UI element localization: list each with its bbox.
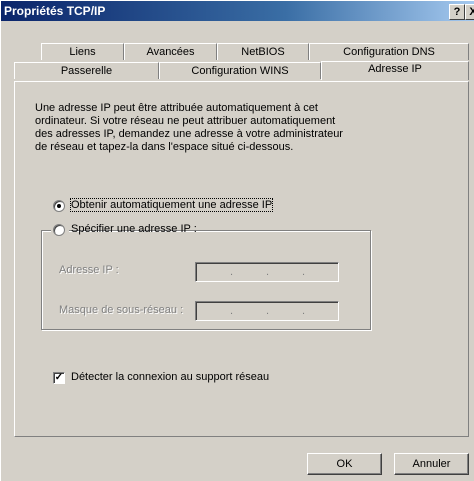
window-title: Propriétés TCP/IP bbox=[4, 4, 106, 18]
tab-netbios[interactable]: NetBIOS bbox=[217, 43, 309, 60]
tab-configuration-wins[interactable]: Configuration WINS bbox=[159, 62, 321, 79]
tab-configuration-dns[interactable]: Configuration DNS bbox=[309, 43, 469, 60]
subnet-mask-label: Masque de sous-réseau : bbox=[59, 304, 184, 316]
ip-address-label: Adresse IP : bbox=[59, 264, 119, 276]
subnet-mask-field[interactable]: . . . bbox=[195, 301, 339, 321]
mask-separator: . bbox=[266, 305, 270, 317]
tab-passerelle[interactable]: Passerelle bbox=[14, 62, 159, 79]
detect-media-label[interactable]: Détecter la connexion au support réseau bbox=[71, 371, 269, 383]
title-bar[interactable]: Propriétés TCP/IP ? X bbox=[1, 1, 474, 21]
help-button[interactable]: ? bbox=[449, 4, 465, 20]
tcpip-properties-dialog: Propriétés TCP/IP ? X Liens Avancées Net… bbox=[0, 0, 474, 481]
ok-button[interactable]: OK bbox=[307, 453, 382, 475]
ip-address-panel: Une adresse IP peut être attribuée autom… bbox=[14, 81, 469, 437]
detect-media-checkbox[interactable]: ✓ bbox=[53, 372, 65, 384]
radio-obtain-auto[interactable] bbox=[53, 200, 65, 212]
radio-specify-ip[interactable] bbox=[53, 224, 65, 236]
intro-text: Une adresse IP peut être attribuée autom… bbox=[35, 102, 343, 153]
check-mark-icon: ✓ bbox=[54, 372, 64, 383]
cancel-button[interactable]: Annuler bbox=[394, 453, 469, 475]
ip-separator: . bbox=[266, 266, 270, 278]
ip-separator: . bbox=[302, 266, 306, 278]
tab-avancees[interactable]: Avancées bbox=[124, 43, 217, 60]
mask-separator: . bbox=[230, 305, 234, 317]
tab-adresse-ip[interactable]: Adresse IP bbox=[321, 61, 469, 80]
ip-separator: . bbox=[230, 266, 234, 278]
radio-specify-ip-label[interactable]: Spécifier une adresse IP : bbox=[71, 223, 197, 235]
mask-separator: . bbox=[302, 305, 306, 317]
tab-liens[interactable]: Liens bbox=[41, 43, 124, 60]
close-button[interactable]: X bbox=[465, 4, 474, 20]
radio-selected-dot bbox=[57, 204, 61, 208]
ip-address-field[interactable]: . . . bbox=[195, 262, 339, 282]
radio-obtain-auto-label[interactable]: Obtenir automatiquement une adresse IP bbox=[69, 198, 274, 212]
